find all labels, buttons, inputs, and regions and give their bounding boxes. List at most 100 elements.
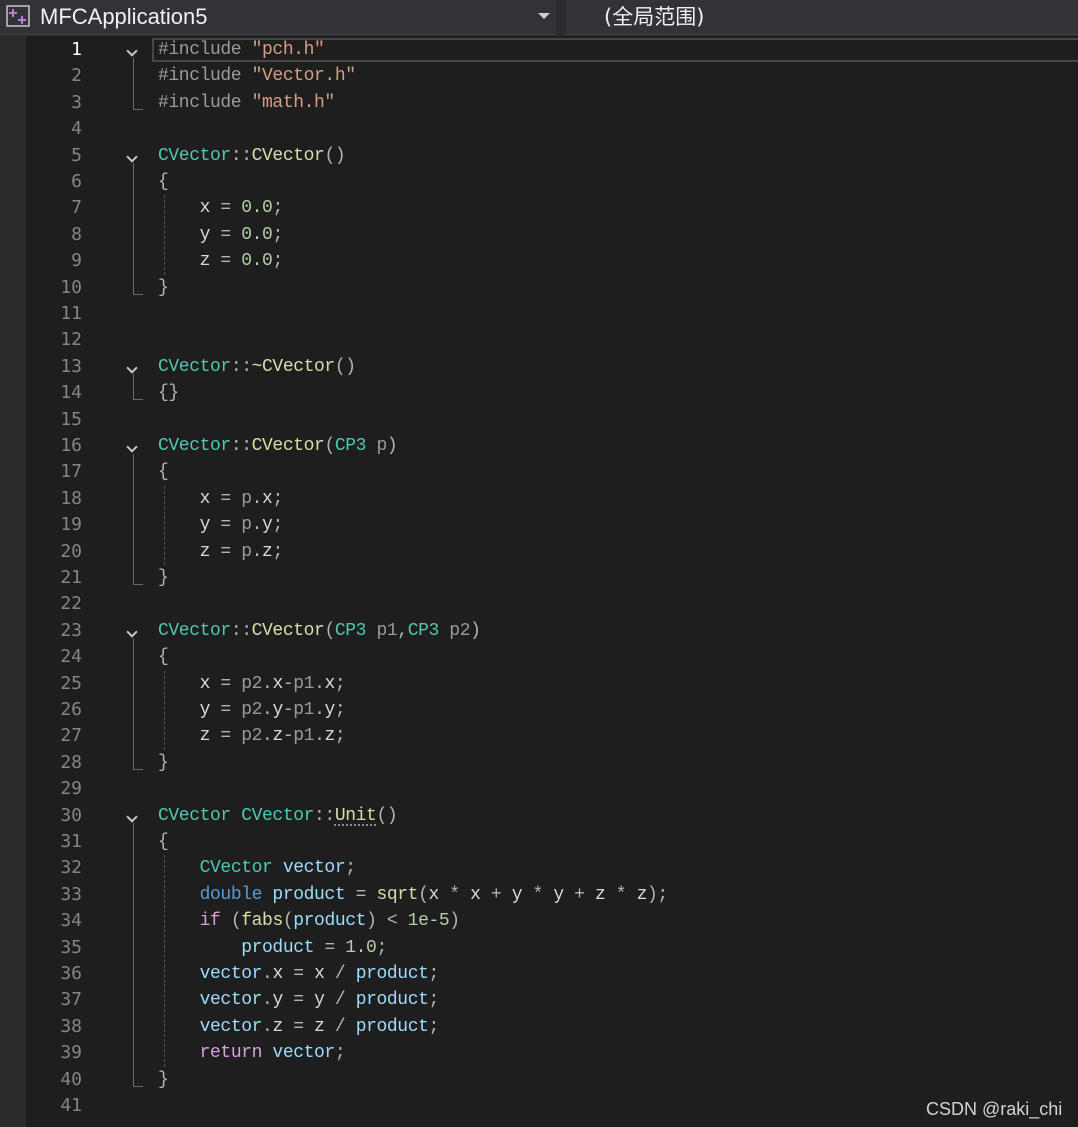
code-line[interactable]: 18 x = p.x;: [0, 486, 1078, 512]
code-line[interactable]: 39 return vector;: [0, 1040, 1078, 1066]
collapse-chevron-icon[interactable]: [126, 626, 138, 638]
code-line[interactable]: 17 {: [0, 459, 1078, 485]
code-line[interactable]: 30 CVector CVector::Unit(): [0, 803, 1078, 829]
code-line[interactable]: 41: [0, 1093, 1078, 1119]
code-line[interactable]: 9 z = 0.0;: [0, 248, 1078, 274]
code-token: x: [324, 673, 335, 694]
code-text: CVector::CVector(CP3 p): [158, 433, 398, 459]
code-line[interactable]: 15: [0, 407, 1078, 433]
project-dropdown[interactable]: MFCApplication5: [0, 0, 556, 35]
code-token: CVector: [158, 620, 231, 641]
code-line[interactable]: 33 double product = sqrt(x * x + y * y +…: [0, 882, 1078, 908]
code-token: CVector: [158, 145, 231, 166]
code-text: y = p.y;: [158, 512, 284, 538]
code-line[interactable]: 31 {: [0, 829, 1078, 855]
line-number: 26: [60, 699, 82, 720]
code-line[interactable]: 25 x = p2.x-p1.x;: [0, 671, 1078, 697]
code-line[interactable]: 35 product = 1.0;: [0, 935, 1078, 961]
code-token: +: [490, 884, 512, 905]
code-line[interactable]: 14 {}: [0, 380, 1078, 406]
code-line[interactable]: 4: [0, 116, 1078, 142]
code-text: x = p2.x-p1.x;: [158, 671, 346, 697]
code-line[interactable]: 7 x = 0.0;: [0, 195, 1078, 221]
code-token: .: [262, 1016, 273, 1037]
collapse-chevron-icon[interactable]: [126, 441, 138, 453]
code-line[interactable]: 10}: [0, 275, 1078, 301]
indent-guide: [164, 670, 165, 750]
line-number: 39: [60, 1042, 82, 1064]
code-token: y: [158, 515, 221, 536]
code-text: #include "pch.h": [158, 37, 325, 63]
code-token: product: [355, 964, 429, 984]
code-line[interactable]: 21}: [0, 565, 1078, 591]
code-token: ::: [230, 620, 252, 641]
code-token: p1: [293, 673, 315, 694]
code-line[interactable]: 2 #include "Vector.h": [0, 63, 1078, 89]
code-text: x = 0.0;: [158, 195, 284, 221]
code-token: z: [594, 884, 616, 905]
code-line[interactable]: 40}: [0, 1067, 1078, 1093]
code-line[interactable]: 36 vector.x = x / product;: [0, 961, 1078, 987]
code-token: (: [324, 620, 335, 641]
code-line[interactable]: 22: [0, 591, 1078, 617]
chevron-down-icon[interactable]: [538, 13, 550, 19]
code-line[interactable]: 11: [0, 301, 1078, 327]
code-token: CP3: [407, 620, 440, 641]
code-editor[interactable]: 1 #include "pch.h" 2 #include "Vector.h" 3 #i…: [0, 36, 1078, 1127]
code-token: }: [158, 1069, 169, 1090]
code-token: z: [272, 726, 283, 747]
code-line[interactable]: 1 #include "pch.h": [0, 37, 1078, 63]
code-line[interactable]: 24 {: [0, 644, 1078, 670]
code-line[interactable]: 6{: [0, 169, 1078, 195]
line-number: 15: [60, 408, 82, 430]
code-line[interactable]: 12: [0, 327, 1078, 353]
code-token: p1: [293, 726, 315, 747]
code-line[interactable]: 26 y = p2.y-p1.y;: [0, 697, 1078, 723]
code-token: ::: [314, 805, 335, 826]
line-number: 38: [60, 1015, 82, 1037]
code-line[interactable]: 32 CVector vector;: [0, 855, 1078, 881]
code-line[interactable]: 34 if (fabs(product) < 1e-5): [0, 908, 1078, 934]
collapse-chevron-icon[interactable]: [126, 150, 138, 163]
code-line[interactable]: 19 y = p.y;: [0, 512, 1078, 538]
code-line[interactable]: 23 CVector::CVector(CP3 p1,CP3 p2): [0, 618, 1078, 644]
code-line[interactable]: 16 CVector::CVector(CP3 p): [0, 433, 1078, 459]
code-text: z = p2.z-p1.z;: [158, 723, 346, 749]
code-token: =: [220, 673, 242, 694]
code-token: x: [262, 488, 273, 509]
collapse-chevron-icon[interactable]: [126, 362, 138, 374]
code-line[interactable]: 28}: [0, 750, 1078, 776]
code-token: x: [428, 884, 450, 905]
code-text: vector.y = y / product;: [158, 987, 440, 1013]
fold-region-line: [133, 823, 143, 1087]
code-text: {: [158, 829, 169, 855]
code-token: vector: [199, 964, 263, 984]
scope-dropdown[interactable]: (全局范围): [566, 0, 1078, 35]
code-token: vector: [282, 858, 346, 879]
code-token: ;: [272, 541, 283, 562]
collapse-chevron-icon[interactable]: [126, 45, 138, 57]
code-line[interactable]: 27 z = p2.z-p1.z;: [0, 723, 1078, 749]
code-line[interactable]: 8 y = 0.0;: [0, 222, 1078, 248]
code-token: ::: [230, 356, 252, 377]
code-token: ;: [428, 964, 440, 984]
code-text: y = 0.0;: [158, 222, 284, 248]
code-token: ;: [334, 1043, 346, 1064]
scope-name: (全局范围): [604, 5, 705, 29]
code-token: sqrt: [376, 884, 419, 905]
code-line[interactable]: 37 vector.y = y / product;: [0, 987, 1078, 1013]
collapse-chevron-icon[interactable]: [126, 810, 138, 823]
code-token: p: [366, 436, 387, 456]
code-line[interactable]: 3 #include "math.h": [0, 90, 1078, 116]
code-token: .: [314, 700, 325, 720]
code-line[interactable]: 29: [0, 776, 1078, 802]
code-line[interactable]: 5 CVector::CVector(): [0, 143, 1078, 169]
code-token: -: [282, 726, 294, 747]
code-token: y: [272, 700, 283, 720]
code-line[interactable]: 13 CVector::~CVector(): [0, 354, 1078, 380]
code-token: z: [272, 1016, 294, 1037]
code-line[interactable]: 38 vector.z = z / product;: [0, 1014, 1078, 1040]
code-token: p2: [241, 700, 263, 720]
code-line[interactable]: 20 z = p.z;: [0, 539, 1078, 565]
